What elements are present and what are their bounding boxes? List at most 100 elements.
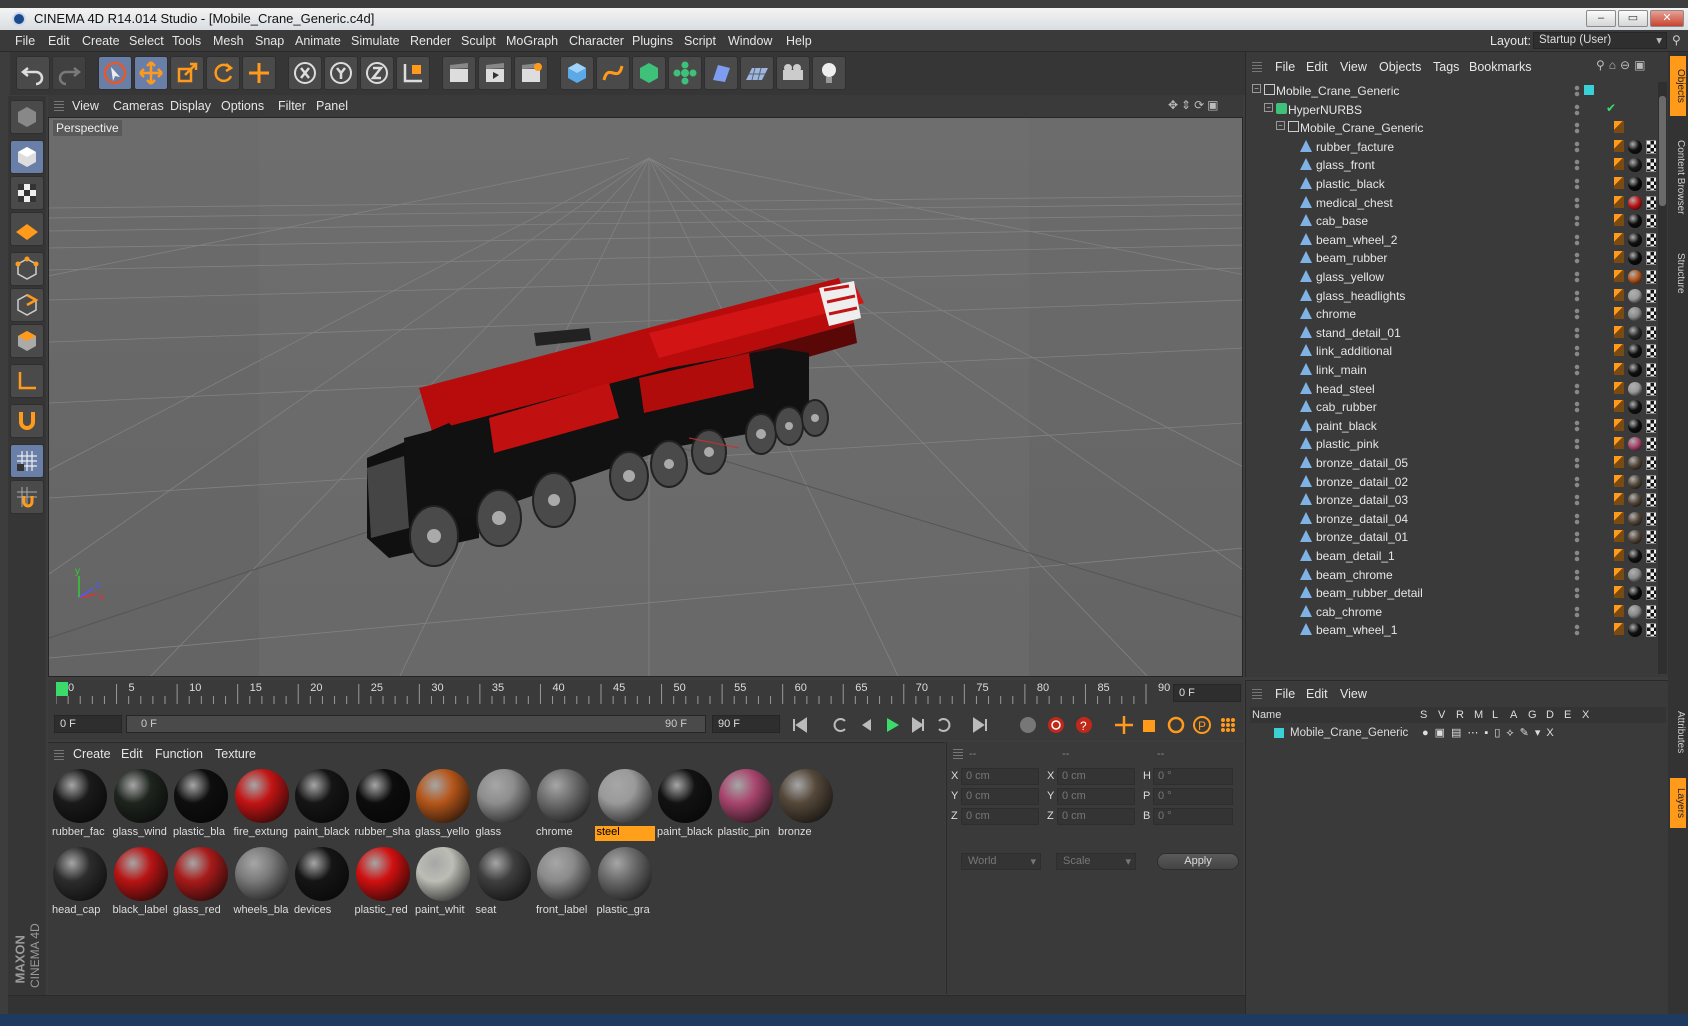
object-menu-tags[interactable]: Tags bbox=[1433, 60, 1459, 74]
object-row[interactable]: glass_front bbox=[1246, 155, 1656, 175]
current-frame-field[interactable]: 0 F bbox=[1173, 684, 1241, 702]
object-row[interactable]: cab_base bbox=[1246, 211, 1656, 231]
texture-tag-icon[interactable] bbox=[1646, 158, 1656, 173]
object-row-root[interactable]: − Mobile_Crane_Generic bbox=[1246, 81, 1656, 101]
object-row[interactable]: glass_headlights bbox=[1246, 286, 1656, 306]
menu-sculpt[interactable]: Sculpt bbox=[461, 34, 496, 48]
material-tag-icon[interactable] bbox=[1628, 623, 1642, 638]
y-axis-lock-button[interactable] bbox=[324, 56, 358, 90]
material-tag-icon[interactable] bbox=[1628, 474, 1642, 489]
viewport-menu-panel[interactable]: Panel bbox=[316, 99, 348, 113]
workplane-mode-button[interactable] bbox=[10, 212, 44, 246]
material-tag-icon[interactable] bbox=[1628, 270, 1642, 284]
material-swatch[interactable]: glass_yello bbox=[413, 765, 473, 841]
rotate-tool-button[interactable] bbox=[206, 56, 240, 90]
menu-character[interactable]: Character bbox=[569, 34, 624, 48]
tab-objects[interactable]: Objects bbox=[1670, 56, 1686, 116]
previous-frame-button[interactable] bbox=[854, 713, 878, 737]
scale-dropdown[interactable]: Scale ▾ bbox=[1056, 853, 1136, 870]
record-keys-button[interactable] bbox=[1016, 713, 1040, 737]
tab-content-browser[interactable]: Content Browser bbox=[1670, 122, 1686, 232]
texture-tag-icon[interactable] bbox=[1646, 456, 1656, 470]
visibility-dots-icon[interactable] bbox=[1574, 271, 1580, 283]
material-swatch[interactable]: bronze bbox=[776, 765, 836, 841]
material-swatch[interactable]: rubber_sha bbox=[353, 765, 413, 841]
object-row[interactable]: glass_yellow bbox=[1246, 267, 1656, 287]
menu-render[interactable]: Render bbox=[410, 34, 451, 48]
material-swatch[interactable]: glass_red bbox=[171, 843, 231, 919]
viewport-menu-display[interactable]: Display bbox=[170, 99, 211, 113]
expand-toggle-icon[interactable]: − bbox=[1252, 84, 1261, 93]
visibility-dots-icon[interactable] bbox=[1574, 568, 1580, 581]
material-menu-edit[interactable]: Edit bbox=[121, 747, 143, 761]
object-menu-bookmarks[interactable]: Bookmarks bbox=[1469, 60, 1532, 74]
z-axis-lock-button[interactable] bbox=[360, 56, 394, 90]
object-row[interactable]: paint_black bbox=[1246, 416, 1656, 436]
visibility-dots-icon[interactable] bbox=[1574, 308, 1580, 321]
object-row[interactable]: plastic_pink bbox=[1246, 434, 1656, 454]
material-swatch[interactable]: black_label bbox=[111, 843, 171, 919]
texture-tag-icon[interactable] bbox=[1646, 139, 1656, 154]
object-row[interactable]: beam_detail_1 bbox=[1246, 546, 1656, 566]
object-scrollbar[interactable] bbox=[1658, 82, 1667, 674]
key-position-button[interactable] bbox=[1112, 713, 1136, 737]
menu-mesh[interactable]: Mesh bbox=[213, 34, 244, 48]
coordinate-value-field[interactable]: 0 cm bbox=[961, 788, 1039, 805]
tab-attributes[interactable]: Attributes bbox=[1670, 692, 1686, 772]
object-row-hypernurbs[interactable]: − HyperNURBS ✔ bbox=[1246, 100, 1656, 120]
visibility-dots-icon[interactable] bbox=[1574, 122, 1580, 135]
magnet-button[interactable] bbox=[10, 404, 44, 438]
play-button[interactable] bbox=[880, 713, 904, 737]
coordinate-value-field[interactable]: 0 ° bbox=[1153, 768, 1233, 785]
previous-key-button[interactable] bbox=[828, 713, 852, 737]
material-swatch[interactable]: plastic_bla bbox=[171, 765, 231, 841]
menu-script[interactable]: Script bbox=[684, 34, 716, 48]
coordinate-value-field[interactable]: 0 cm bbox=[1057, 768, 1135, 785]
texture-tag-icon[interactable] bbox=[1646, 344, 1656, 359]
object-row[interactable]: bronze_datail_05 bbox=[1246, 453, 1656, 473]
texture-tag-icon[interactable] bbox=[1646, 363, 1656, 377]
object-row[interactable]: link_additional bbox=[1246, 341, 1656, 361]
next-frame-button[interactable] bbox=[906, 713, 930, 737]
visibility-dots-icon[interactable] bbox=[1574, 401, 1580, 414]
object-row[interactable]: stand_detail_01 bbox=[1246, 323, 1656, 343]
next-key-button[interactable] bbox=[932, 713, 956, 737]
viewport-menu-cameras[interactable]: Cameras bbox=[113, 99, 164, 113]
material-swatch[interactable]: seat bbox=[474, 843, 534, 919]
material-swatch[interactable]: paint_black bbox=[655, 765, 715, 841]
visibility-dots-icon[interactable] bbox=[1574, 252, 1580, 265]
visibility-dots-icon[interactable] bbox=[1574, 438, 1580, 451]
visibility-dots-icon[interactable] bbox=[1574, 382, 1580, 395]
go-to-start-button[interactable] bbox=[788, 713, 812, 737]
material-tag-icon[interactable] bbox=[1628, 567, 1642, 582]
move-tool-button[interactable] bbox=[134, 56, 168, 90]
texture-tag-icon[interactable] bbox=[1646, 400, 1656, 415]
perspective-viewport[interactable]: y x z Perspective bbox=[48, 117, 1243, 677]
material-tag-icon[interactable] bbox=[1628, 586, 1642, 601]
timeline-ruler[interactable]: 0 5 10 15 20 25 30 35 40 45 50 55 60 65 70 75 80 85 90 0 F bbox=[48, 680, 1243, 708]
texture-tag-icon[interactable] bbox=[1646, 177, 1656, 191]
material-swatch[interactable]: rubber_fac bbox=[50, 765, 110, 841]
material-tag-icon[interactable] bbox=[1628, 400, 1642, 415]
menu-tools[interactable]: Tools bbox=[172, 34, 201, 48]
object-row[interactable]: rubber_facture bbox=[1246, 137, 1656, 157]
add-tool-button[interactable] bbox=[242, 56, 276, 90]
object-row[interactable]: beam_rubber_detail bbox=[1246, 583, 1656, 603]
texture-tag-icon[interactable] bbox=[1646, 251, 1656, 266]
material-swatch[interactable]: plastic_red bbox=[353, 843, 413, 919]
texture-tag-icon[interactable] bbox=[1646, 270, 1656, 284]
expand-toggle-icon[interactable]: − bbox=[1276, 121, 1285, 131]
visibility-dots-icon[interactable] bbox=[1574, 364, 1580, 376]
visibility-dots-icon[interactable] bbox=[1574, 178, 1580, 190]
enabled-check-icon[interactable]: ✔ bbox=[1606, 101, 1616, 115]
visibility-dots-icon[interactable] bbox=[1574, 159, 1580, 172]
make-editable-button[interactable] bbox=[10, 100, 44, 134]
material-tag-icon[interactable] bbox=[1628, 251, 1642, 266]
points-mode-button[interactable] bbox=[10, 252, 44, 286]
material-tag-icon[interactable] bbox=[1628, 288, 1642, 303]
material-swatch[interactable]: paint_black bbox=[292, 765, 352, 841]
object-row[interactable]: medical_chest bbox=[1246, 193, 1656, 213]
texture-tag-icon[interactable] bbox=[1646, 567, 1656, 582]
texture-tag-icon[interactable] bbox=[1646, 307, 1656, 322]
material-tag-icon[interactable] bbox=[1628, 195, 1642, 210]
